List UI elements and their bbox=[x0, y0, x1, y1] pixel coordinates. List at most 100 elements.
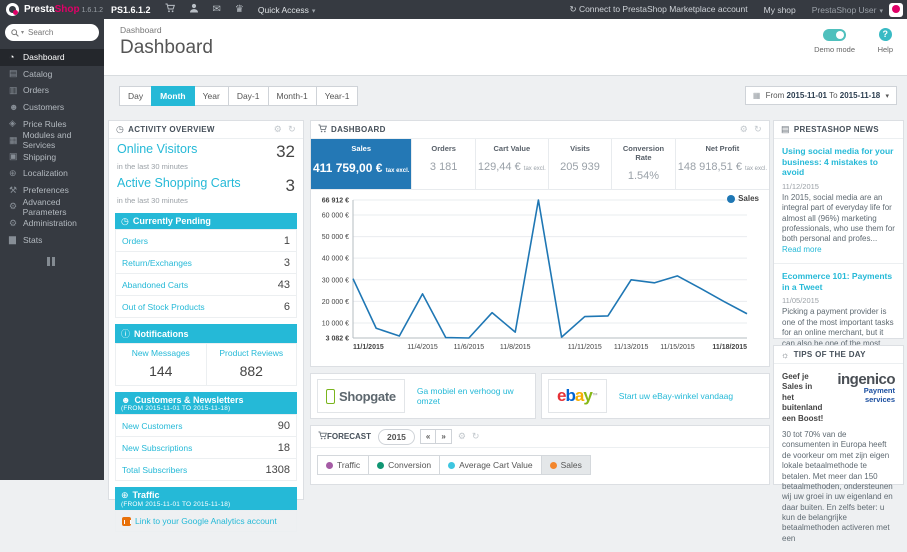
sidebar-item-modules[interactable]: ▦ Modules and Services bbox=[0, 130, 104, 150]
sales-line-chart: 66 912 € 60 000 € 50 000 € 40 000 € 30 000 €… bbox=[322, 198, 748, 351]
online-visitors-link[interactable]: Online Visitors bbox=[117, 142, 197, 156]
mail-icon[interactable]: ✉ bbox=[213, 4, 221, 15]
traffic-header: ⊕ Traffic (FROM 2015-11-01 TO 2015-11-18) bbox=[115, 487, 297, 511]
page-title: Dashboard bbox=[120, 37, 213, 58]
gauge-icon: ◔ bbox=[9, 52, 15, 63]
new-subscriptions-row[interactable]: New Subscriptions 18 bbox=[115, 436, 297, 459]
forecast-year: 2015 bbox=[378, 428, 415, 445]
breadcrumb[interactable]: Dashboard bbox=[120, 25, 162, 35]
sidebar-item-advanced-parameters[interactable]: ⚙ Advanced Parameters bbox=[0, 197, 104, 217]
sidebar-item-stats[interactable]: ▆ Stats bbox=[0, 232, 104, 249]
user-avatar[interactable] bbox=[889, 2, 903, 17]
toggle-conversion[interactable]: Conversion bbox=[368, 455, 441, 475]
news-article-title[interactable]: Ecommerce 101: Payments in a Tweet bbox=[782, 271, 895, 292]
sales-chart: Sales 66 912 € 60 000 € 50 000 € 40 000 € 30… bbox=[311, 190, 769, 359]
topbar: PrestaShop 1.6.1.2 PS1.6.1.2 ✉ ♛ Quick Ac… bbox=[0, 0, 907, 19]
date-range-picker[interactable]: ▦ From 2015-11-01 To 2015-11-18 ▾ bbox=[744, 86, 897, 105]
preset-day-1-button[interactable]: Day-1 bbox=[227, 86, 269, 106]
cart-icon[interactable] bbox=[165, 3, 175, 16]
sidebar-item-orders[interactable]: ▥ Orders bbox=[0, 82, 104, 99]
globe-icon: ⊕ bbox=[9, 167, 17, 178]
connect-icon: ↻ bbox=[569, 4, 577, 14]
demo-mode-toggle[interactable] bbox=[823, 29, 847, 41]
sidebar-item-administration[interactable]: ⚙ Administration bbox=[0, 215, 104, 232]
kpi-sales-tab[interactable]: Sales 411 759,00 € tax excl. bbox=[311, 139, 413, 189]
currently-pending-header: ◷ Currently Pending bbox=[115, 213, 297, 230]
preset-year-button[interactable]: Year bbox=[193, 86, 229, 106]
news-article-title[interactable]: Using social media for your business: 4 … bbox=[782, 146, 895, 178]
toggle-average-cart-value[interactable]: Average Cart Value bbox=[439, 455, 542, 475]
help-button[interactable]: ? Help bbox=[878, 28, 893, 54]
svg-text:11/1/2015: 11/1/2015 bbox=[353, 344, 384, 351]
product-reviews-cell[interactable]: Product Reviews 882 bbox=[205, 343, 297, 386]
sidebar-item-shipping[interactable]: ▣ Shipping bbox=[0, 149, 104, 166]
abandoned-carts-row[interactable]: Abandoned Carts 43 bbox=[115, 273, 297, 296]
svg-text:40 000 €: 40 000 € bbox=[322, 256, 349, 263]
my-shop-link[interactable]: My shop bbox=[764, 5, 796, 15]
gear-icon[interactable]: ⚙ bbox=[740, 124, 748, 135]
ebay-ad-link[interactable]: Start uw eBay-winkel vandaag bbox=[619, 391, 733, 401]
sidebar-item-localization[interactable]: ⊕ Localization bbox=[0, 165, 104, 182]
user-menu[interactable]: PrestaShop User ▾ bbox=[812, 5, 883, 15]
forecast-next-button[interactable]: » bbox=[435, 429, 452, 444]
new-messages-cell[interactable]: New Messages 144 bbox=[115, 343, 207, 386]
sidebar-search[interactable]: ▾ bbox=[5, 24, 99, 41]
sidebar-item-customers[interactable]: ☻ Customers bbox=[0, 99, 104, 116]
gear-icon[interactable]: ⚙ bbox=[458, 431, 466, 442]
forecast-toggles: Traffic Conversion Average Cart Value Sales bbox=[311, 448, 769, 482]
notifications-header: ⓘ Notifications bbox=[115, 324, 297, 343]
forecast-prev-button[interactable]: « bbox=[419, 429, 437, 444]
news-article-date: 11/12/2015 bbox=[782, 181, 819, 191]
preset-month-button[interactable]: Month bbox=[151, 86, 195, 106]
preset-year-1-button[interactable]: Year-1 bbox=[315, 86, 359, 106]
user-icon[interactable] bbox=[189, 3, 199, 16]
kpi-net-profit-tab[interactable]: Net Profit 148 918,51 € tax excl. bbox=[676, 139, 769, 189]
customers-newsletters-header: ☻ Customers & Newsletters (FROM 2015-11-01… bbox=[115, 392, 297, 415]
toggle-traffic[interactable]: Traffic bbox=[317, 455, 370, 475]
search-input[interactable] bbox=[28, 28, 87, 37]
preset-day-button[interactable]: Day bbox=[119, 86, 153, 106]
tips-of-the-day-panel: ☼ TIPS OF THE DAY ingenico Payment servic… bbox=[773, 345, 904, 543]
kpi-visits-tab[interactable]: Visits 205 939 bbox=[549, 139, 613, 189]
activity-overview-panel: ◷ ACTIVITY OVERVIEW ⚙ ↻ Online Visitors 3… bbox=[108, 120, 304, 532]
pending-returns-row[interactable]: Return/Exchanges 3 bbox=[115, 251, 297, 274]
chevron-down-icon[interactable]: ▾ bbox=[21, 29, 24, 36]
active-carts-link[interactable]: Active Shopping Carts bbox=[117, 176, 241, 190]
panel-title: FORECAST bbox=[327, 432, 371, 441]
total-subscribers-row[interactable]: Total Subscribers 1308 bbox=[115, 458, 297, 481]
gear-icon[interactable]: ⚙ bbox=[274, 124, 282, 135]
kpi-cart-value-tab[interactable]: Cart Value 129,44 € tax excl. bbox=[476, 139, 549, 189]
read-more-link[interactable]: Read more bbox=[782, 245, 822, 254]
preset-month-1-button[interactable]: Month-1 bbox=[267, 86, 317, 106]
google-analytics-link[interactable]: Link to your Google Analytics account bbox=[115, 510, 297, 532]
average-cart-value-dot-icon bbox=[448, 461, 456, 469]
sidebar-collapse-button[interactable] bbox=[47, 257, 57, 267]
shopgate-ad-card: Shopgate Ga mobiel en verhoog uw omzet bbox=[310, 373, 536, 419]
pending-orders-row[interactable]: Orders 1 bbox=[115, 229, 297, 252]
kpi-orders-tab[interactable]: Orders 3 181 bbox=[412, 139, 476, 189]
book-icon: ▤ bbox=[9, 68, 18, 79]
sidebar-item-catalog[interactable]: ▤ Catalog bbox=[0, 66, 104, 83]
refresh-icon[interactable]: ↻ bbox=[288, 124, 296, 135]
svg-text:10 000 €: 10 000 € bbox=[322, 321, 349, 328]
out-of-stock-row[interactable]: Out of Stock Products 6 bbox=[115, 295, 297, 318]
shopgate-logo: Shopgate bbox=[317, 379, 405, 413]
users-icon: ☻ bbox=[9, 102, 19, 113]
sidebar-item-dashboard[interactable]: ◔ Dashboard bbox=[0, 49, 104, 66]
active-carts-sub: in the last 30 minutes bbox=[117, 196, 188, 205]
refresh-icon[interactable]: ↻ bbox=[472, 431, 480, 442]
svg-text:11/15/2015: 11/15/2015 bbox=[660, 344, 695, 351]
new-customers-row[interactable]: New Customers 90 bbox=[115, 414, 297, 437]
brand: PrestaShop 1.6.1.2 bbox=[24, 4, 103, 15]
toggle-sales[interactable]: Sales bbox=[540, 455, 591, 475]
chart-legend-sales[interactable]: Sales bbox=[727, 194, 759, 203]
modules-icon: ▦ bbox=[9, 134, 18, 145]
kpi-conversion-rate-tab[interactable]: Conversion Rate 1.54% bbox=[612, 139, 676, 189]
connect-marketplace-link[interactable]: ↻ Connect to PrestaShop Marketplace acco… bbox=[569, 4, 747, 15]
date-range-presets: Day Month Year Day-1 Month-1 Year-1 bbox=[119, 86, 359, 106]
online-visitors-value: 32 bbox=[276, 142, 295, 161]
shopgate-ad-link[interactable]: Ga mobiel en verhoog uw omzet bbox=[417, 386, 529, 406]
trophy-icon[interactable]: ♛ bbox=[235, 4, 244, 15]
quick-access-menu[interactable]: Quick Access ▾ bbox=[258, 5, 316, 15]
refresh-icon[interactable]: ↻ bbox=[754, 124, 762, 135]
